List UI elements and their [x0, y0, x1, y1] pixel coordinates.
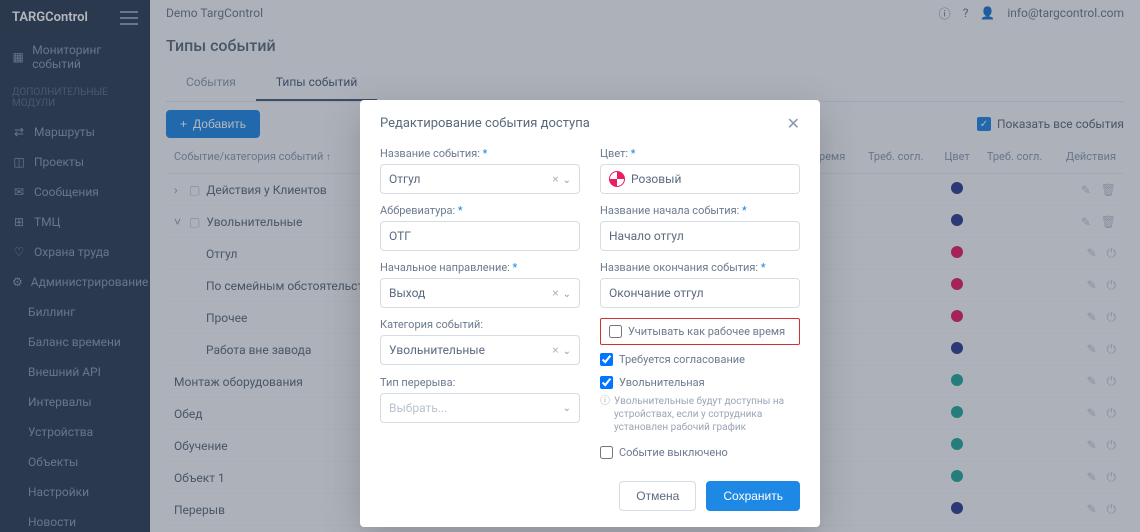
checkbox-input[interactable]: [600, 353, 613, 366]
chevron-down-icon[interactable]: ⌄: [563, 175, 571, 186]
leave-checkbox[interactable]: Увольнительная: [600, 376, 800, 389]
label-category: Категория событий:: [380, 318, 580, 331]
disabled-checkbox[interactable]: Событие выключено: [600, 446, 800, 459]
color-swatch: [609, 171, 625, 187]
end-name-input[interactable]: Окончание отгул: [600, 278, 800, 308]
modal-title: Редактирование события доступа: [380, 116, 590, 131]
input-value: Начало отгул: [609, 229, 684, 243]
cancel-button[interactable]: Отмена: [619, 481, 696, 511]
checkbox-input[interactable]: [600, 376, 613, 389]
edit-event-modal: Редактирование события доступа ✕ Названи…: [360, 100, 820, 527]
clear-icon[interactable]: ×: [552, 286, 558, 300]
input-value: ОТГ: [389, 229, 411, 243]
worktime-checkbox[interactable]: Учитывать как рабочее время: [600, 318, 800, 345]
label-color: Цвет:: [600, 147, 800, 160]
select-value: Розовый: [631, 172, 791, 186]
select-value: Выход: [389, 286, 425, 300]
clear-icon[interactable]: ×: [552, 343, 558, 357]
label-event-name: Название события:: [380, 147, 580, 160]
abbr-input[interactable]: ОТГ: [380, 221, 580, 251]
info-icon: ⓘ: [600, 395, 610, 434]
hint-text: Увольнительные будут доступны на устройс…: [614, 395, 800, 434]
event-name-input[interactable]: Отгул × ⌄: [380, 164, 580, 194]
leave-hint: ⓘ Увольнительные будут доступны на устро…: [600, 395, 800, 434]
checkbox-label: Событие выключено: [619, 446, 728, 459]
input-value: Отгул: [389, 172, 420, 186]
checkbox-label: Требуется согласование: [619, 353, 745, 366]
label-start-name: Название начала события:: [600, 204, 800, 217]
input-value: Окончание отгул: [609, 286, 704, 300]
label-end-name: Название окончания события:: [600, 261, 800, 274]
close-icon[interactable]: ✕: [787, 114, 800, 133]
chevron-down-icon: ⌄: [563, 403, 571, 414]
select-placeholder: Выбрать...: [389, 401, 447, 415]
checkbox-input[interactable]: [609, 325, 622, 338]
save-button[interactable]: Сохранить: [706, 481, 800, 511]
approval-checkbox[interactable]: Требуется согласование: [600, 353, 800, 366]
category-select[interactable]: Увольнительные × ⌄: [380, 335, 580, 365]
chevron-down-icon[interactable]: ⌄: [563, 289, 571, 300]
select-value: Увольнительные: [389, 343, 485, 357]
checkbox-label: Увольнительная: [619, 376, 705, 389]
chevron-down-icon[interactable]: ⌄: [563, 346, 571, 357]
start-name-input[interactable]: Начало отгул: [600, 221, 800, 251]
checkbox-input[interactable]: [600, 446, 613, 459]
direction-select[interactable]: Выход × ⌄: [380, 278, 580, 308]
break-type-select[interactable]: Выбрать... ⌄: [380, 393, 580, 423]
clear-icon[interactable]: ×: [552, 172, 558, 186]
color-select[interactable]: Розовый: [600, 164, 800, 194]
label-abbr: Аббревиатура:: [380, 204, 580, 217]
label-direction: Начальное направление:: [380, 261, 580, 274]
label-break-type: Тип перерыва:: [380, 376, 580, 389]
checkbox-label: Учитывать как рабочее время: [628, 325, 785, 338]
